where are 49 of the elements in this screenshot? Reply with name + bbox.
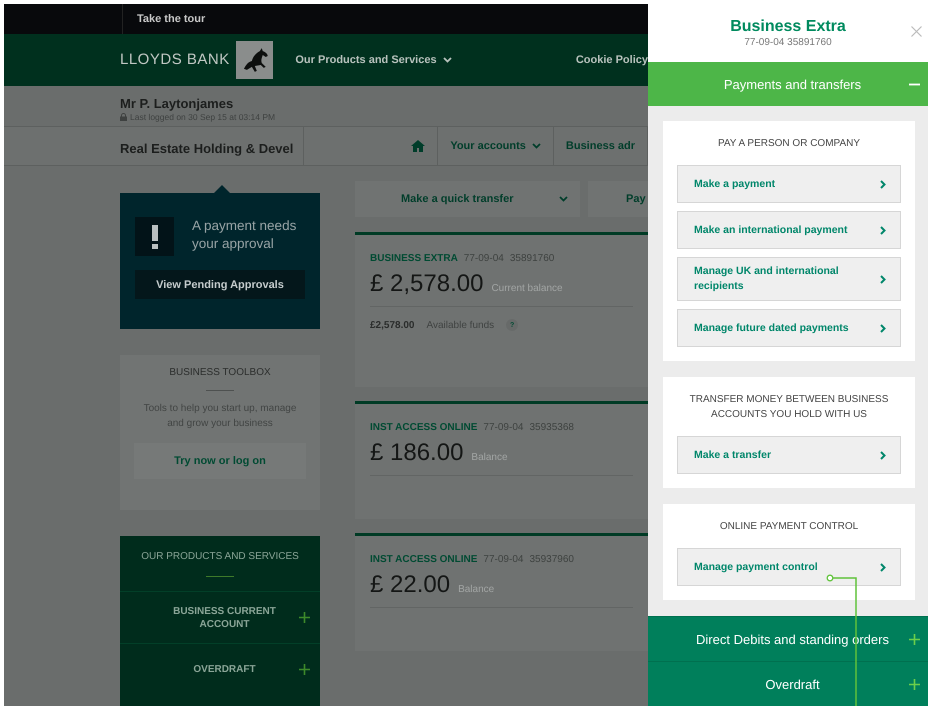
plus-icon[interactable] [299, 664, 310, 675]
balance-amount: £ 2,578.00 [370, 270, 484, 298]
lock-icon [120, 112, 127, 121]
available-amount: £2,578.00 [370, 320, 414, 330]
product-item[interactable]: OVERDRAFT [150, 663, 299, 676]
user-name: Mr P. Laytonjames [120, 96, 234, 111]
plus-icon[interactable] [299, 612, 310, 623]
nav-link[interactable]: Our Products and Services [295, 54, 576, 66]
chevron-right-icon [880, 562, 886, 572]
try-now-button[interactable]: Try now or log on [134, 443, 306, 479]
action-link-button[interactable]: Manage payment control [677, 548, 901, 586]
chevron-right-icon [880, 324, 886, 333]
account-nav-link[interactable]: Your accounts [438, 127, 554, 165]
action-link-button[interactable]: Manage UK and international recipients [677, 257, 901, 302]
company-name: Real Estate Holding & Devel [120, 141, 294, 156]
balance-amount: £ 22.00 [370, 571, 450, 599]
home-icon[interactable] [411, 140, 426, 152]
action-link-button[interactable]: Manage future dated payments [677, 309, 901, 348]
quick-action-button[interactable]: Pay [588, 181, 648, 217]
horse-logo-icon [236, 40, 274, 79]
group-heading: ONLINE PAYMENT CONTROL [718, 520, 860, 534]
bank-logo-text: LLOYDS BANK [120, 51, 230, 68]
group-heading: TRANSFER MONEY BETWEEN BUSINESS ACCOUNTS YOU HOLD WITH US [688, 393, 890, 422]
panel-title: Business Extra [729, 18, 847, 36]
action-link-button[interactable]: Make a payment [677, 165, 901, 204]
accordion-header[interactable]: Payments and transfers [648, 62, 928, 106]
accordion-header[interactable]: Direct Debits and standing orders [648, 616, 928, 662]
chevron-right-icon [880, 226, 886, 235]
account-name[interactable]: BUSINESS EXTRA [370, 253, 458, 264]
account-name[interactable]: INST ACCESS ONLINE [370, 554, 478, 565]
toolbox-title: BUSINESS TOOLBOX [168, 367, 272, 378]
quick-action-button[interactable]: Make a quick transfer [355, 181, 580, 217]
balance-amount: £ 186.00 [370, 439, 464, 467]
chevron-right-icon [880, 450, 886, 460]
group-heading: PAY A PERSON OR COMPANY [716, 137, 862, 152]
action-link-button[interactable]: Make an international payment [677, 211, 901, 250]
nav-link[interactable]: Cookie Policy [576, 54, 648, 66]
products-title: OUR PRODUCTS AND SERVICES [140, 550, 300, 562]
account-name[interactable]: INST ACCESS ONLINE [370, 422, 478, 433]
action-link-button[interactable]: Make a transfer [677, 436, 901, 474]
exclamation-icon [152, 224, 158, 248]
product-item[interactable]: BUSINESS CURRENT ACCOUNT [150, 604, 299, 630]
panel-subtitle: 77-09-04 35891760 [743, 37, 833, 48]
chevron-right-icon [880, 274, 886, 284]
view-approvals-button[interactable]: View Pending Approvals [135, 270, 305, 299]
accordion-header[interactable]: Overdraft [648, 661, 928, 706]
close-icon[interactable] [911, 26, 922, 37]
chevron-right-icon [880, 180, 886, 189]
approval-message: A payment needs your approval [192, 217, 298, 253]
